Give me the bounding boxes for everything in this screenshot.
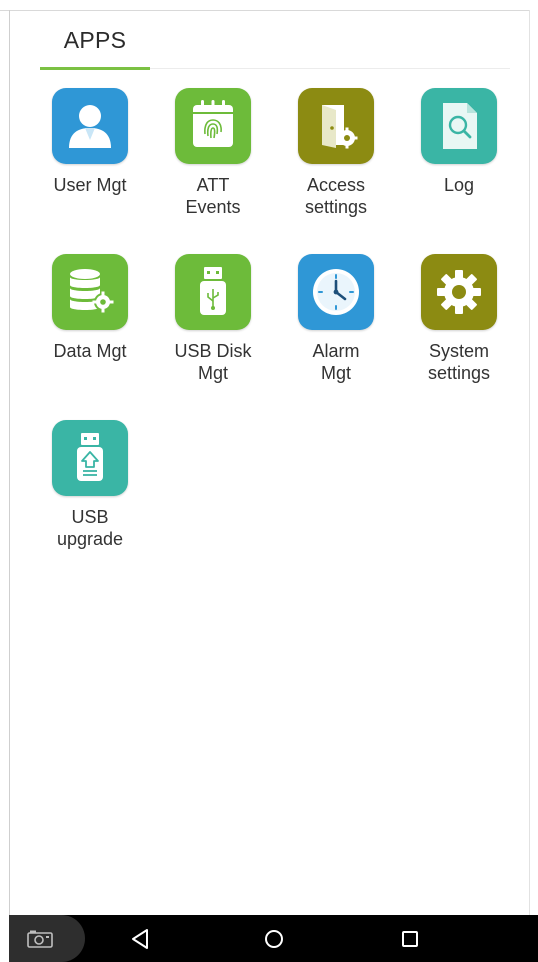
app-label: Log [443, 175, 475, 195]
app-att-events[interactable]: ATT Events [151, 88, 275, 238]
fingerprint-calendar-icon [175, 88, 251, 164]
app-label: Access settings [304, 175, 368, 217]
app-label: USB upgrade [56, 507, 124, 549]
app-usb-upgrade[interactable]: USB upgrade [28, 420, 152, 570]
screen: APPS User Mgt ATT Events Access settings… [0, 0, 538, 962]
camera-button[interactable] [9, 915, 85, 962]
app-label: System settings [427, 341, 491, 383]
app-label: User Mgt [53, 175, 127, 195]
navigation-bar [9, 915, 538, 962]
app-system-settings[interactable]: System settings [397, 254, 521, 404]
back-icon [132, 929, 148, 949]
recents-button[interactable] [396, 925, 424, 953]
camera-icon [27, 930, 53, 948]
user-icon [52, 88, 128, 164]
app-log[interactable]: Log [397, 88, 521, 238]
app-label: USB Disk Mgt [174, 341, 252, 383]
gear-icon [421, 254, 497, 330]
database-gear-icon [52, 254, 128, 330]
usb-drive-icon [175, 254, 251, 330]
home-icon [265, 930, 283, 948]
app-access-settings[interactable]: Access settings [274, 88, 398, 238]
app-label: Alarm Mgt [312, 341, 360, 383]
recents-icon [402, 931, 418, 947]
app-label: ATT Events [185, 175, 241, 217]
clock-icon [298, 254, 374, 330]
app-grid: User Mgt ATT Events Access settings Log … [0, 0, 538, 900]
usb-upgrade-icon [52, 420, 128, 496]
app-label: Data Mgt [53, 341, 127, 361]
app-data-mgt[interactable]: Data Mgt [28, 254, 152, 404]
home-button[interactable] [260, 925, 288, 953]
app-alarm-mgt[interactable]: Alarm Mgt [274, 254, 398, 404]
document-search-icon [421, 88, 497, 164]
app-usb-disk-mgt[interactable]: USB Disk Mgt [151, 254, 275, 404]
back-button[interactable] [127, 925, 155, 953]
door-gear-icon [298, 88, 374, 164]
app-user-mgt[interactable]: User Mgt [28, 88, 152, 238]
